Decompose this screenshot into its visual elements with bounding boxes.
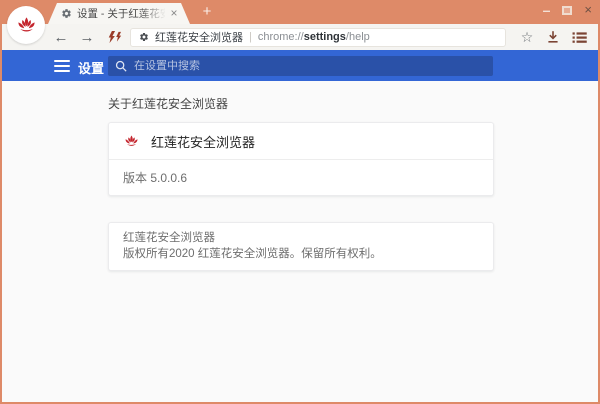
lotus-logo-icon bbox=[15, 14, 38, 37]
new-tab-button[interactable]: + bbox=[198, 4, 216, 20]
settings-title: 设置 bbox=[78, 61, 105, 76]
url-scheme: chrome:// bbox=[257, 31, 304, 43]
window-close-icon[interactable]: × bbox=[584, 3, 592, 16]
url-separator: | bbox=[249, 31, 252, 43]
bookmark-star-icon: ☆ bbox=[520, 29, 534, 45]
settings-content: 关于红莲花安全浏览器 红莲花安全浏览器 版本 5.0.0.6 红莲花安全浏览器 … bbox=[2, 81, 598, 402]
about-card: 红莲花安全浏览器 版本 5.0.0.6 bbox=[108, 122, 494, 196]
forward-button[interactable]: → bbox=[74, 26, 100, 48]
tab-title-fade bbox=[140, 3, 166, 24]
hamburger-icon bbox=[54, 60, 70, 62]
app-logo bbox=[7, 6, 45, 44]
url-path: /help bbox=[345, 31, 370, 43]
copyright-product-line: 红莲花安全浏览器 bbox=[123, 232, 215, 244]
settings-header: 设置 bbox=[2, 50, 598, 81]
version-row: 版本 5.0.0.6 bbox=[109, 160, 493, 195]
forward-icon: → bbox=[79, 28, 95, 46]
url-host: settings bbox=[303, 31, 346, 43]
active-tab[interactable]: 设置 - 关于红莲花安全浏览器 × bbox=[48, 3, 190, 24]
browser-menu-button[interactable] bbox=[566, 26, 592, 48]
section-title: 关于红莲花安全浏览器 bbox=[108, 97, 229, 111]
menu-list-icon bbox=[572, 31, 587, 43]
navigation-toolbar: ← → 红莲花安全浏览器 | chrome:// settings /help … bbox=[2, 24, 598, 50]
url-site-label: 红莲花安全浏览器 bbox=[155, 32, 243, 44]
settings-search-field[interactable] bbox=[108, 56, 493, 76]
window-controls: – × bbox=[543, 0, 592, 20]
settings-menu-button[interactable] bbox=[54, 60, 70, 72]
downloads-button[interactable] bbox=[540, 26, 566, 48]
product-name: 红莲花安全浏览器 bbox=[151, 134, 256, 150]
back-icon: ← bbox=[53, 28, 69, 46]
browser-window: 设置 - 关于红莲花安全浏览器 × + – × ← → 红莲花安全浏览器 | bbox=[0, 0, 600, 404]
url-text: 红莲花安全浏览器 | chrome:// settings /help bbox=[155, 29, 370, 45]
settings-gear-favicon-icon bbox=[61, 8, 72, 19]
search-icon bbox=[115, 60, 127, 72]
settings-search-input[interactable] bbox=[134, 60, 486, 72]
address-bar[interactable]: 红莲花安全浏览器 | chrome:// settings /help bbox=[130, 27, 506, 47]
download-icon bbox=[548, 31, 558, 43]
back-button[interactable]: ← bbox=[48, 26, 74, 48]
copyright-rights-line: 版权所有2020 红莲花安全浏览器。保留所有权利。 bbox=[123, 248, 382, 260]
copyright-card: 红莲花安全浏览器 版权所有2020 红莲花安全浏览器。保留所有权利。 bbox=[108, 222, 494, 271]
bookmark-button[interactable]: ☆ bbox=[514, 26, 540, 48]
tab-close-icon[interactable]: × bbox=[167, 6, 181, 21]
version-text: 版本 5.0.0.6 bbox=[123, 171, 188, 185]
minimize-icon[interactable]: – bbox=[543, 3, 551, 17]
page-gear-icon bbox=[139, 32, 149, 42]
dual-lightning-icon bbox=[108, 30, 121, 43]
speed-mode-button[interactable] bbox=[100, 26, 128, 48]
maximize-icon[interactable] bbox=[562, 5, 573, 15]
about-product-row: 红莲花安全浏览器 bbox=[109, 123, 493, 159]
tab-strip: 设置 - 关于红莲花安全浏览器 × + – × bbox=[0, 0, 600, 24]
lotus-product-icon bbox=[123, 133, 140, 150]
